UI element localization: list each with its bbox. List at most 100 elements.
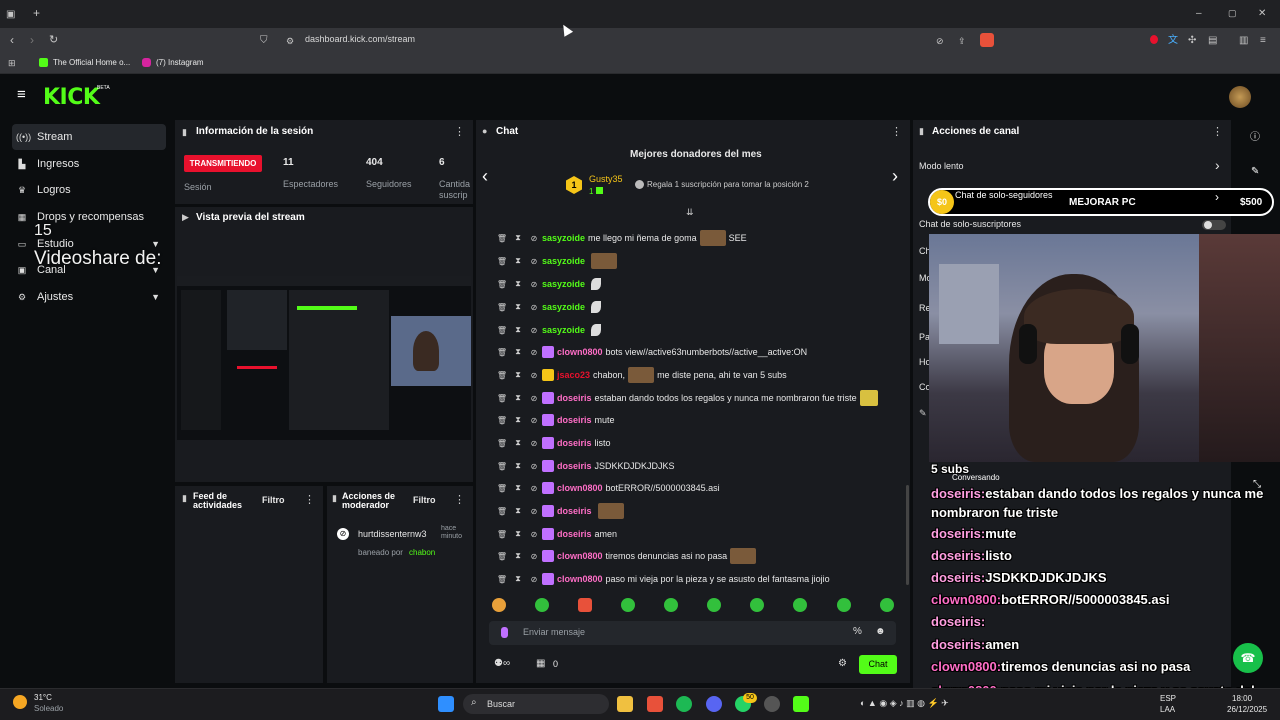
chat-username[interactable]: sasyzoide [542, 256, 585, 266]
emote-icon[interactable] [535, 598, 549, 612]
chat-message[interactable]: 🗑 ⧗ ⊘ clown0800 botERROR//5000003845.asi [494, 478, 720, 498]
timeout-icon[interactable]: ⧗ [510, 506, 526, 516]
chat-message[interactable]: 🗑 ⧗ ⊘ doseiris [494, 501, 627, 521]
share-icon[interactable]: ⇪ [958, 35, 966, 48]
chat-username[interactable]: doseiris [557, 393, 592, 403]
emote-icon[interactable] [664, 598, 678, 612]
edit-icon[interactable]: ✎ [1251, 166, 1259, 177]
chat-message[interactable]: 🗑 ⧗ ⊘ clown0800 paso mi vieja por la pieza y… [494, 569, 830, 589]
ban-icon[interactable]: ⊘ [526, 257, 542, 266]
chat-username[interactable]: sasyzoide [542, 279, 585, 289]
wallet-icon[interactable]: ▤ [1208, 34, 1217, 47]
stream-preview-video[interactable] [177, 276, 471, 440]
delete-message-icon[interactable]: 🗑 [494, 394, 510, 403]
windows-start-icon[interactable] [438, 696, 454, 712]
spotify-icon[interactable] [676, 696, 692, 712]
kebab-menu-icon[interactable]: ⋮ [454, 125, 465, 138]
mod-entry-user[interactable]: hurtdissenternw3 [358, 529, 427, 539]
delete-message-icon[interactable]: 🗑 [494, 326, 510, 335]
emote-icon[interactable] [578, 598, 592, 612]
info-circle-icon[interactable]: ⓘ [1250, 128, 1260, 143]
timeout-icon[interactable]: ⧗ [510, 325, 526, 335]
chat-input-placeholder[interactable]: Enviar mensaje [523, 627, 585, 637]
timeout-icon[interactable]: ⧗ [510, 461, 526, 471]
delete-message-icon[interactable]: 🗑 [494, 416, 510, 425]
timeout-icon[interactable]: ⧗ [510, 347, 526, 357]
top-donor-name[interactable]: Gusty35 [589, 174, 623, 184]
brave-shield-icon[interactable] [980, 33, 994, 47]
tab-icon[interactable]: ▣ [6, 8, 15, 21]
chat-username[interactable]: doseiris [557, 438, 592, 448]
bookmark-link[interactable]: The Official Home o... [53, 58, 130, 67]
delete-message-icon[interactable]: 🗑 [494, 234, 510, 243]
mod-entry-mod[interactable]: chabon [409, 548, 435, 557]
ban-icon[interactable]: ⊘ [526, 280, 542, 289]
delete-message-icon[interactable]: 🗑 [494, 439, 510, 448]
emote-icon[interactable] [621, 598, 635, 612]
file-explorer-icon[interactable] [617, 696, 633, 712]
timeout-icon[interactable]: ⧗ [510, 302, 526, 312]
ban-icon[interactable]: ⊘ [526, 575, 542, 584]
ban-icon[interactable]: ⊘ [526, 552, 542, 561]
bookmark-icon[interactable]: ⛉ [260, 34, 268, 47]
apps-grid-icon[interactable]: ⊞ [8, 57, 16, 70]
chat-message[interactable]: 🗑 ⧗ ⊘ doseiris JSDKKDJDKJDJKS [494, 456, 675, 476]
ban-icon[interactable]: ⊘ [526, 507, 542, 516]
delete-message-icon[interactable]: 🗑 [494, 462, 510, 471]
menu-icon[interactable]: ≡ [1260, 34, 1266, 47]
delete-message-icon[interactable]: 🗑 [494, 371, 510, 380]
chat-username[interactable]: doseiris [557, 529, 592, 539]
chat-message[interactable]: 🗑 ⧗ ⊘ sasyzoide [494, 320, 604, 340]
delete-message-icon[interactable]: 🗑 [494, 280, 510, 289]
reload-icon[interactable]: ↻ [49, 34, 58, 47]
chat-message[interactable]: 🗑 ⧗ ⊘ clown0800 tiremos denuncias asi no pas… [494, 546, 759, 566]
chat-username[interactable]: clown0800 [557, 347, 603, 357]
chat-settings-icon[interactable]: ⚙ [838, 658, 847, 669]
chat-username[interactable]: jsaco23 [557, 370, 590, 380]
ban-icon[interactable]: ⊘ [526, 303, 542, 312]
timeout-icon[interactable]: ⧗ [510, 279, 526, 289]
emote-icon[interactable] [837, 598, 851, 612]
slow-mode-item[interactable]: Modo lento [919, 161, 964, 171]
timeout-icon[interactable]: ⧗ [510, 256, 526, 266]
emoji-icon[interactable]: ☻ [875, 626, 886, 637]
sidebar-item-ajustes[interactable]: ⚙ Ajustes ▼ [12, 284, 166, 310]
tray-icons[interactable]: ◐ ▲ ◉ ◈ ♪ ▥ ◍ ⚡ ✈ [860, 698, 949, 709]
follower-only-item[interactable]: Chat de solo-seguidores [955, 190, 1053, 200]
minimize-icon[interactable]: – [1196, 7, 1202, 20]
kebab-menu-icon[interactable]: ⋮ [1212, 125, 1223, 138]
chat-message[interactable]: 🗑 ⧗ ⊘ doseiris listo [494, 433, 611, 453]
chevron-right-icon[interactable]: › [1215, 190, 1219, 204]
sub-only-toggle[interactable] [1202, 220, 1226, 230]
ban-icon[interactable]: ⊘ [526, 234, 542, 243]
forward-icon[interactable]: › [30, 34, 34, 47]
mod-filter-button[interactable]: Filtro [413, 495, 436, 505]
ban-icon[interactable]: ⊘ [526, 394, 542, 403]
prev-donor-icon[interactable]: ‹ [482, 166, 488, 187]
sub-only-item[interactable]: Chat de solo-suscriptores [919, 219, 1021, 229]
url-field[interactable]: dashboard.kick.com/stream [305, 34, 415, 44]
ban-icon[interactable]: ⊘ [526, 484, 542, 493]
delete-message-icon[interactable]: 🗑 [494, 530, 510, 539]
next-donor-icon[interactable]: › [892, 166, 898, 187]
chat-username[interactable]: sasyzoide [542, 233, 585, 243]
delete-message-icon[interactable]: 🗑 [494, 484, 510, 493]
chat-message[interactable]: 🗑 ⧗ ⊘ sasyzoide me llego mi ñema de goma SEE [494, 228, 747, 248]
emote-icon[interactable] [750, 598, 764, 612]
chat-message[interactable]: 🗑 ⧗ ⊘ clown0800 bots view//active63numberbot… [494, 342, 807, 362]
ban-icon[interactable]: ⊘ [526, 530, 542, 539]
sidebar-item-stream[interactable]: ((•)) Stream [12, 124, 166, 150]
chat-username[interactable]: clown0800 [557, 483, 603, 493]
chat-scrollbar[interactable] [906, 485, 909, 585]
chat-username[interactable]: doseiris [557, 506, 592, 516]
sidebar-item-logros[interactable]: ♛ Logros [12, 177, 166, 203]
translate-icon[interactable]: 文 [1168, 34, 1178, 47]
timeout-icon[interactable]: ⧗ [510, 551, 526, 561]
chat-message[interactable]: 🗑 ⧗ ⊘ doseiris amen [494, 524, 617, 544]
extensions-icon[interactable]: ✣ [1188, 34, 1196, 47]
clock-time[interactable]: 18:00 [1232, 694, 1252, 703]
chat-message[interactable]: 🗑 ⧗ ⊘ jsaco23 chabon, me diste pena, ahi te v… [494, 365, 787, 385]
ban-icon[interactable]: ⊘ [526, 348, 542, 357]
kick-app-icon[interactable] [793, 696, 809, 712]
emote-icon[interactable] [880, 598, 894, 612]
